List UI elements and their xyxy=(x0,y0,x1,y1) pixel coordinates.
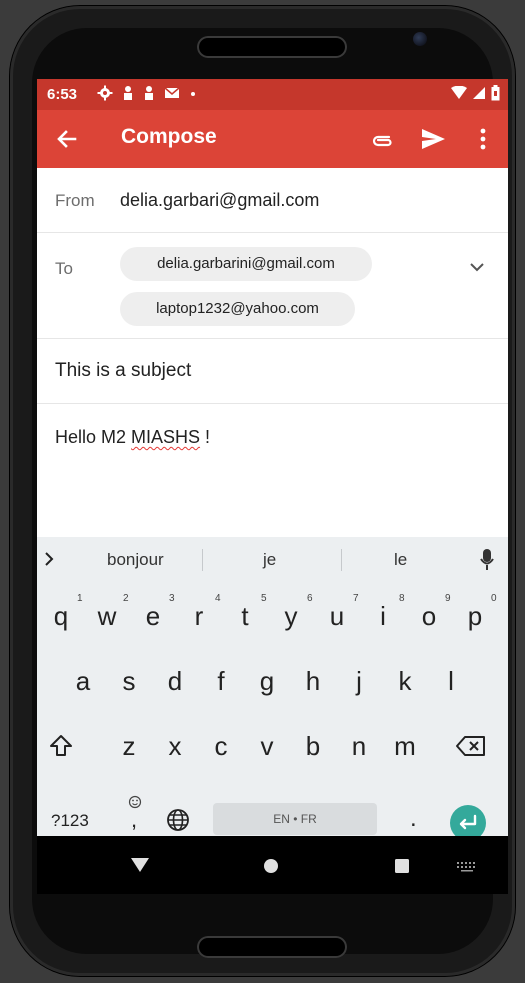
soft-keyboard: bonjour je le 1 2 3 4 5 6 7 8 9 0 q w e … xyxy=(37,537,508,841)
from-row: From delia.garbari@gmail.com xyxy=(37,168,508,233)
gmail-icon xyxy=(164,87,180,98)
key-j[interactable]: j xyxy=(340,666,378,696)
key-h[interactable]: h xyxy=(294,666,332,696)
period-key[interactable]: . xyxy=(410,805,417,833)
suggestion-strip: bonjour je le xyxy=(37,537,508,581)
attachment-icon[interactable] xyxy=(367,126,395,154)
backspace-icon[interactable] xyxy=(455,733,487,759)
key-y[interactable]: y xyxy=(272,601,310,631)
status-bar: 6:53 xyxy=(37,79,508,110)
symbols-key[interactable]: ?123 xyxy=(51,811,89,831)
recipient-chip[interactable]: delia.garbarini@gmail.com xyxy=(120,247,372,281)
subject-row[interactable]: This is a subject xyxy=(37,339,508,404)
key-c[interactable]: c xyxy=(202,731,240,761)
system-navigation-bar xyxy=(37,836,508,894)
key-l[interactable]: l xyxy=(432,666,470,696)
key-s[interactable]: s xyxy=(110,666,148,696)
microphone-icon[interactable] xyxy=(479,548,495,572)
key-f[interactable]: f xyxy=(202,666,240,696)
nav-back-icon[interactable] xyxy=(130,857,150,873)
key-r[interactable]: r xyxy=(180,601,218,631)
subject-field[interactable]: This is a subject xyxy=(55,360,191,382)
back-arrow-icon[interactable] xyxy=(53,125,81,153)
shift-icon[interactable] xyxy=(48,733,74,759)
key-o[interactable]: o xyxy=(410,601,448,631)
nav-home-icon[interactable] xyxy=(263,858,279,874)
key-v[interactable]: v xyxy=(248,731,286,761)
space-bar[interactable]: EN • FR xyxy=(213,803,377,835)
globe-icon[interactable] xyxy=(166,808,190,832)
body-text-suffix: ! xyxy=(200,427,211,447)
key-u[interactable]: u xyxy=(318,601,356,631)
key-t[interactable]: t xyxy=(226,601,264,631)
suggestion-item[interactable]: le xyxy=(394,550,407,570)
top-speaker xyxy=(197,36,347,58)
phone-screen: 6:53 Compose From delia.garbari@gmail.co… xyxy=(37,79,508,894)
key-q[interactable]: q xyxy=(42,601,80,631)
signal-icon xyxy=(473,87,485,99)
pawn-icon xyxy=(145,86,153,100)
status-time: 6:53 xyxy=(47,86,78,103)
key-w[interactable]: w xyxy=(88,601,126,631)
status-notification-icons xyxy=(97,85,197,101)
settings-gear-icon xyxy=(97,85,113,101)
suggestion-item[interactable]: bonjour xyxy=(107,550,164,570)
bottom-speaker xyxy=(197,936,347,958)
key-z[interactable]: z xyxy=(110,731,148,761)
page-title: Compose xyxy=(121,125,217,148)
front-camera xyxy=(413,32,427,46)
key-k[interactable]: k xyxy=(386,666,424,696)
key-a[interactable]: a xyxy=(64,666,102,696)
battery-icon xyxy=(491,85,500,101)
to-row: To delia.garbarini@gmail.com laptop1232@… xyxy=(37,233,508,339)
key-b[interactable]: b xyxy=(294,731,332,761)
from-label: From xyxy=(55,191,95,210)
suggestion-item[interactable]: je xyxy=(263,550,276,570)
key-n[interactable]: n xyxy=(340,731,378,761)
body-text-prefix: Hello M2 xyxy=(55,427,132,447)
pawn-icon xyxy=(124,86,132,100)
to-label: To xyxy=(55,259,73,278)
suggestion-divider xyxy=(202,549,203,571)
dot-icon xyxy=(191,92,195,96)
key-e[interactable]: e xyxy=(134,601,172,631)
from-account-selector[interactable]: delia.garbari@gmail.com xyxy=(120,190,319,211)
app-bar: Compose xyxy=(37,110,508,168)
misspelled-word: MIASHS xyxy=(131,427,201,447)
key-p[interactable]: p xyxy=(456,601,494,631)
chevron-right-icon[interactable] xyxy=(41,549,57,569)
key-g[interactable]: g xyxy=(248,666,286,696)
wifi-icon xyxy=(451,86,467,99)
key-d[interactable]: d xyxy=(156,666,194,696)
keyboard-switch-icon[interactable] xyxy=(456,860,478,872)
key-x[interactable]: x xyxy=(156,731,194,761)
suggestion-divider xyxy=(341,549,342,571)
key-i[interactable]: i xyxy=(364,601,402,631)
send-icon[interactable] xyxy=(419,125,447,153)
more-vert-icon[interactable] xyxy=(475,125,491,153)
key-m[interactable]: m xyxy=(386,731,424,761)
recipient-chip[interactable]: laptop1232@yahoo.com xyxy=(120,292,355,326)
nav-recents-icon[interactable] xyxy=(394,858,410,874)
status-system-icons xyxy=(451,85,500,101)
compose-body-field[interactable]: Hello M2 MIASHS ! xyxy=(55,427,210,448)
comma-key[interactable]: , xyxy=(131,807,137,833)
chevron-down-icon[interactable] xyxy=(467,257,487,277)
